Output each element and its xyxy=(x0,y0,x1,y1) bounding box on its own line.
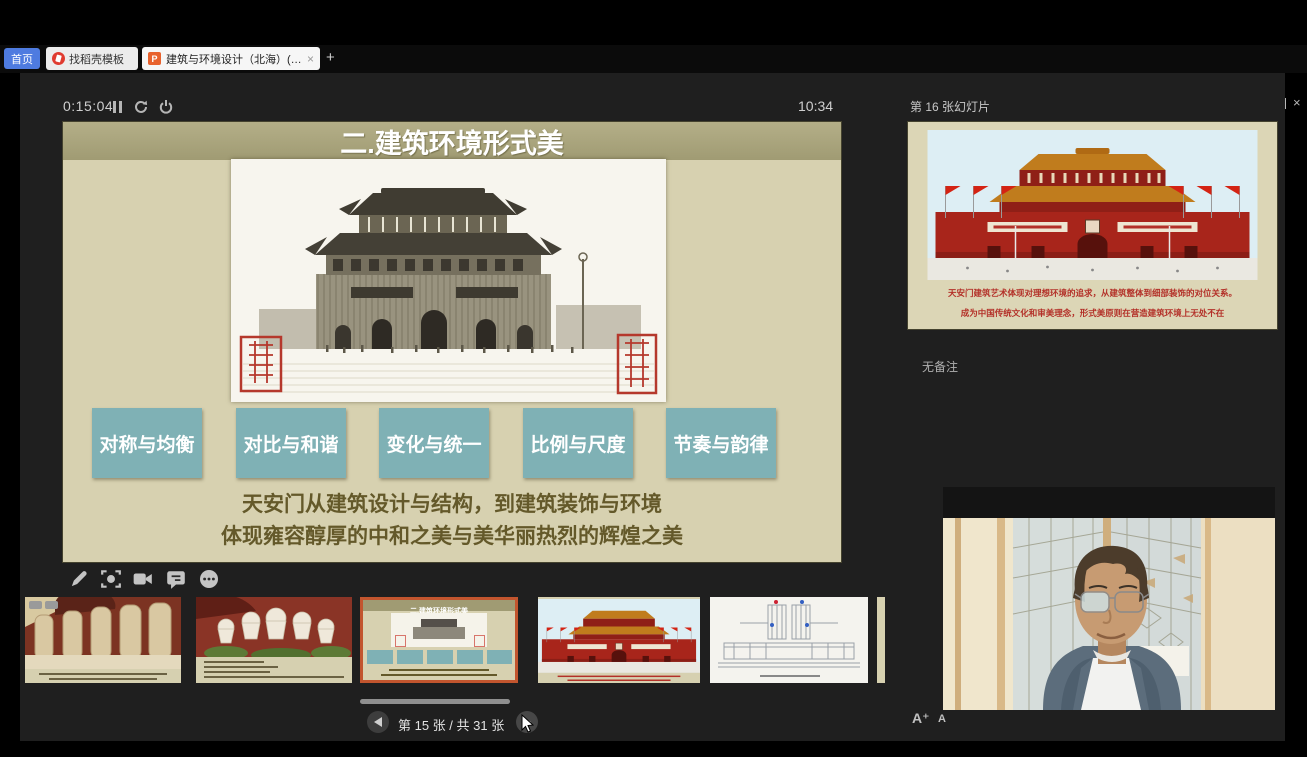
preview-caption-line2: 成为中国传统文化和审美理念，形式美原则在营造建筑环境上无处不在 xyxy=(908,307,1277,319)
close-tab-icon[interactable]: × xyxy=(307,52,314,66)
slide-title-band: 二.建筑环境形式美 xyxy=(63,122,841,160)
principle-button-3: 变化与统一 xyxy=(379,408,489,478)
notes-empty-label: 无备注 xyxy=(922,358,958,375)
principle-button-5: 节奏与韵律 xyxy=(666,408,776,478)
slide-title: 二.建筑环境形式美 xyxy=(340,122,564,161)
prev-slide-icon xyxy=(374,717,382,727)
notes-font-decrease-button[interactable]: A xyxy=(938,713,946,725)
comment-icon[interactable] xyxy=(165,568,187,590)
tab-home[interactable]: 首页 xyxy=(4,48,40,69)
tab-document-label: 建筑与环境设计（北海）(2).pptx xyxy=(166,51,302,67)
tab-docer-label: 找稻壳模板 xyxy=(69,51,124,67)
cursor-icon xyxy=(518,714,534,734)
slide-caption-line2: 体现雍容醇厚的中和之美与美华丽热烈的辉煌之美 xyxy=(63,520,841,550)
presenter-webcam[interactable] xyxy=(943,487,1275,710)
more-icon[interactable] xyxy=(198,568,220,590)
presenter-window: 首页 找稻壳模板 P 建筑与环境设计（北海）(2).pptx × + × 0:1… xyxy=(0,0,1307,757)
reset-icon[interactable] xyxy=(133,99,149,115)
prev-slide-button[interactable] xyxy=(367,711,389,733)
tab-docer-templates[interactable]: 找稻壳模板 xyxy=(46,47,138,70)
principle-button-1: 对称与均衡 xyxy=(92,408,202,478)
docer-icon xyxy=(52,52,65,65)
next-slide-label: 第 16 张幻灯片 xyxy=(910,98,990,115)
thumbnail-slide-13[interactable] xyxy=(25,597,181,683)
slide-position-label: 第 15 张 / 共 31 张 xyxy=(398,715,504,734)
principle-button-4: 比例与尺度 xyxy=(523,408,633,478)
principle-button-2: 对比与和谐 xyxy=(236,408,346,478)
preview-caption-line1: 天安门建筑艺术体现对理想环境的追求，从建筑整体到细部装饰的对位关系。 xyxy=(908,287,1277,299)
filmstrip-scrollbar[interactable] xyxy=(360,699,510,704)
new-tab-button[interactable]: + xyxy=(326,49,335,66)
pen-icon[interactable] xyxy=(68,568,90,590)
tiananmen-photo xyxy=(926,130,1259,280)
pause-icon[interactable] xyxy=(113,101,116,113)
thumbnail-slide-18-partial[interactable] xyxy=(877,597,885,683)
thumbnail-slide-17[interactable] xyxy=(710,597,868,683)
thumbnail-slide-16[interactable] xyxy=(538,597,700,683)
thumbnail-slide-14[interactable] xyxy=(196,597,352,683)
laser-pointer-icon[interactable] xyxy=(100,568,122,590)
tiananmen-engraving xyxy=(231,159,666,402)
tab-bar: 首页 找稻壳模板 P 建筑与环境设计（北海）(2).pptx × + × xyxy=(0,45,1307,73)
current-time: 10:34 xyxy=(798,98,833,114)
thumbnail-slide-15-current[interactable]: 二.建筑环境形式美 xyxy=(363,600,515,680)
camera-icon[interactable] xyxy=(132,568,154,590)
power-icon[interactable] xyxy=(158,99,174,115)
slide-caption-line1: 天安门从建筑设计与结构，到建筑装饰与环境 xyxy=(63,488,841,518)
webcam-video xyxy=(943,518,1275,710)
notes-font-increase-button[interactable]: A⁺ xyxy=(912,710,930,727)
tab-document[interactable]: P 建筑与环境设计（北海）(2).pptx × xyxy=(142,47,320,70)
slide-display[interactable]: 二.建筑环境形式美 xyxy=(63,122,841,562)
elapsed-timer: 0:15:04 xyxy=(63,98,113,114)
ppt-file-icon: P xyxy=(148,52,161,65)
close-icon[interactable]: × xyxy=(1293,95,1301,110)
next-slide-preview[interactable]: 天安门建筑艺术体现对理想环境的追求，从建筑整体到细部装饰的对位关系。 成为中国传… xyxy=(908,122,1277,329)
